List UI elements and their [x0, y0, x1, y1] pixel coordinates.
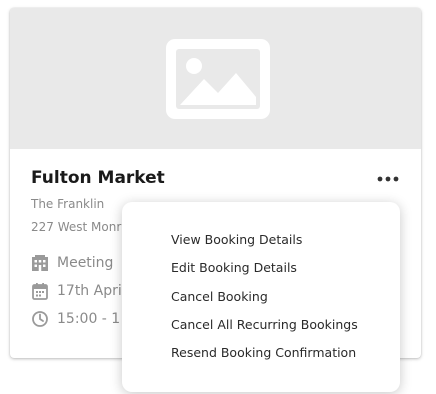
menu-item-cancel-all-recurring[interactable]: Cancel All Recurring Bookings [122, 314, 400, 342]
card-image [10, 8, 421, 149]
calendar-icon [32, 283, 48, 300]
booking-date-text: 17th April [57, 283, 126, 299]
booking-type-text: Meeting [57, 255, 114, 271]
clock-icon [32, 311, 48, 327]
booking-time-row: 15:00 - 1 [31, 310, 120, 328]
building-name: The Franklin [31, 197, 105, 211]
booking-date-row: 17th April [31, 282, 126, 300]
booking-type-row: Meeting [31, 254, 113, 272]
more-options-button[interactable] [375, 168, 401, 190]
menu-item-cancel-booking[interactable]: Cancel Booking [122, 286, 400, 314]
image-placeholder-icon [166, 39, 270, 119]
address-text: 227 West Monr [31, 220, 122, 234]
booking-options-menu: View Booking Details Edit Booking Detail… [122, 202, 400, 392]
location-title: Fulton Market [31, 168, 165, 188]
more-horizontal-icon [377, 176, 399, 182]
menu-item-edit-booking-details[interactable]: Edit Booking Details [122, 257, 400, 285]
building-icon [32, 255, 48, 271]
menu-item-view-booking-details[interactable]: View Booking Details [122, 229, 400, 257]
menu-item-resend-confirmation[interactable]: Resend Booking Confirmation [122, 342, 400, 370]
booking-time-text: 15:00 - 1 [57, 311, 121, 327]
